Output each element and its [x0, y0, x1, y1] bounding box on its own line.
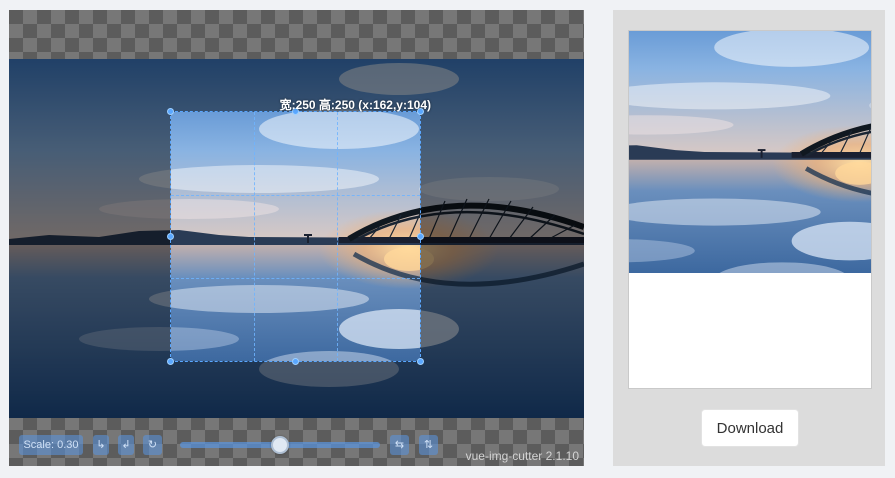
resize-handle-bottom-right[interactable]	[417, 358, 424, 365]
version-label: vue-img-cutter 2.1.10	[465, 449, 579, 463]
preview-frame	[628, 30, 872, 389]
zoom-slider-handle[interactable]	[271, 436, 289, 454]
cutter-toolbar: Scale: 0.30 ↳ ↲ ↻ ⇆ ⇅ vue-img-cutter 2.1…	[9, 418, 584, 466]
resize-handle-right[interactable]	[417, 233, 424, 240]
image-cutter[interactable]: 宽:250 高:250 (x:162,y:104) Scale: 0.30 ↳ …	[9, 10, 584, 466]
selection-size-label: 宽:250 高:250 (x:162,y:104)	[279, 98, 431, 112]
rotate-left-icon[interactable]: ↳	[93, 435, 109, 455]
source-image: 宽:250 高:250 (x:162,y:104)	[9, 59, 584, 418]
grid-line	[337, 112, 338, 361]
preview-panel: Download	[613, 10, 885, 466]
grid-line	[254, 112, 255, 361]
crop-box[interactable]	[170, 111, 421, 362]
cropped-preview-image	[629, 31, 871, 273]
flip-vertical-icon[interactable]: ⇅	[419, 435, 438, 455]
reset-icon[interactable]: ↻	[143, 435, 162, 455]
rotate-right-icon[interactable]: ↲	[118, 435, 134, 455]
resize-handle-bottom[interactable]	[292, 358, 299, 365]
download-button[interactable]: Download	[701, 409, 799, 447]
grid-line	[171, 195, 420, 196]
resize-handle-left[interactable]	[167, 233, 174, 240]
resize-handle-top-left[interactable]	[167, 108, 174, 115]
grid-line	[171, 278, 420, 279]
flip-horizontal-icon[interactable]: ⇆	[390, 435, 409, 455]
resize-handle-bottom-left[interactable]	[167, 358, 174, 365]
scale-indicator: Scale: 0.30	[19, 435, 83, 455]
zoom-slider[interactable]	[180, 436, 380, 454]
